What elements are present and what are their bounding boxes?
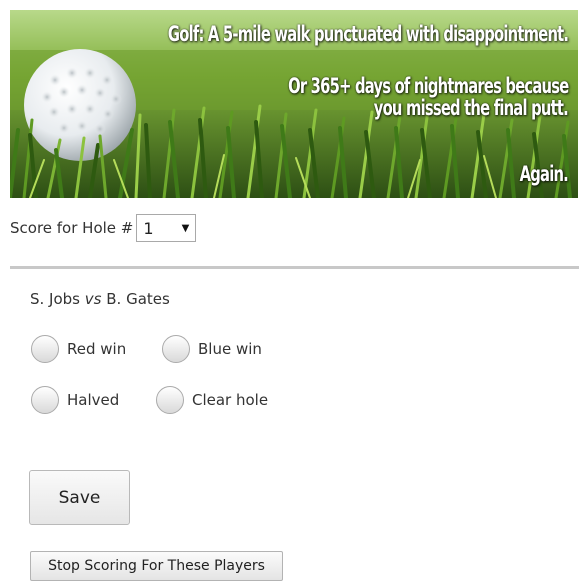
radio-circle[interactable]: [31, 386, 59, 414]
hole-selector-row: Score for Hole # 1 ▼: [10, 214, 197, 242]
player-2-name: B. Gates: [106, 290, 170, 308]
save-button[interactable]: Save: [29, 470, 130, 525]
radio-circle[interactable]: [31, 335, 59, 363]
radio-clear-hole[interactable]: Clear hole: [156, 386, 268, 414]
page: Golf: A 5-mile walk punctuated with disa…: [0, 0, 579, 588]
radio-halved[interactable]: Halved: [31, 386, 119, 414]
radio-circle[interactable]: [162, 335, 190, 363]
hole-select[interactable]: 1 ▼: [136, 214, 197, 242]
banner-subline-1: Or 365+ days of nightmares because: [287, 74, 569, 98]
radio-label-clear-hole: Clear hole: [192, 391, 269, 409]
banner-headline: Golf: A 5-mile walk punctuated with disa…: [167, 22, 569, 46]
banner-subline-2: you missed the final putt.: [373, 96, 569, 120]
radio-label-red-win: Red win: [67, 340, 127, 358]
radio-blue-win[interactable]: Blue win: [162, 335, 262, 363]
radio-circle[interactable]: [156, 386, 184, 414]
vs-label: vs: [84, 290, 102, 308]
hole-select-value: 1: [143, 218, 154, 238]
radio-label-halved: Halved: [67, 391, 120, 409]
hole-label: Score for Hole #: [10, 219, 134, 237]
caret-down-icon: ▼: [181, 222, 190, 234]
radio-red-win[interactable]: Red win: [31, 335, 126, 363]
match-title: S. Jobs vs B. Gates: [30, 290, 170, 308]
divider: [10, 266, 579, 269]
player-1-name: S. Jobs: [30, 290, 80, 308]
golf-banner: Golf: A 5-mile walk punctuated with disa…: [10, 10, 578, 198]
stop-scoring-button[interactable]: Stop Scoring For These Players: [30, 551, 283, 581]
radio-label-blue-win: Blue win: [198, 340, 262, 358]
banner-subline-3: Again.: [519, 162, 569, 186]
